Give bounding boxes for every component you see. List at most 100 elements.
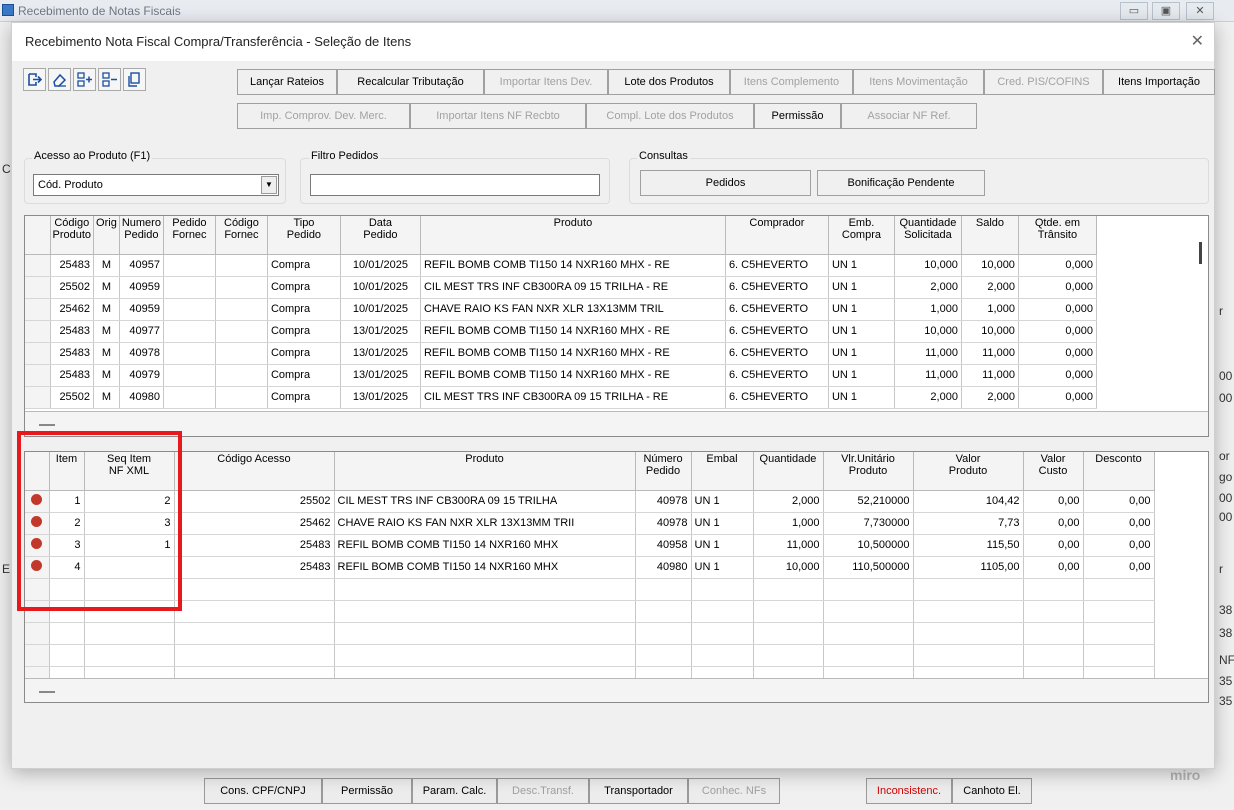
table-cell: 13/01/2025 xyxy=(340,342,421,365)
collapse-icon[interactable] xyxy=(39,424,55,426)
empty-row[interactable] xyxy=(25,622,1155,645)
exit-icon[interactable] xyxy=(23,68,46,91)
outer-close-button[interactable]: ✕ xyxy=(1186,2,1214,20)
column-header[interactable]: Desconto xyxy=(1083,452,1155,491)
dialog-close-button[interactable]: ✕ xyxy=(1191,31,1204,51)
column-header[interactable]: Embal xyxy=(691,452,754,491)
bonificacao-pendente-button[interactable]: Bonificação Pendente xyxy=(817,170,985,196)
table-cell: 6. C5HEVERTO xyxy=(725,254,829,277)
table-row[interactable]: 4 25483 REFIL BOMB COMB TI150 14 NXR160 MH… xyxy=(25,556,1155,579)
table-row[interactable]: 1 2 25502 CIL MEST TRS INF CB300RA 09 15 TR… xyxy=(25,490,1155,513)
table-row[interactable]: 25483 M 40957 Compra 10/01/2025 REFIL BOMB CO… xyxy=(25,254,1097,277)
row-indicator[interactable] xyxy=(25,342,51,365)
toolbar-button: Cred. PIS/COFINS xyxy=(984,69,1103,95)
row-indicator[interactable] xyxy=(25,644,50,667)
column-header[interactable]: Emb. Compra xyxy=(828,216,895,255)
column-header[interactable]: Saldo xyxy=(961,216,1019,255)
row-indicator[interactable] xyxy=(25,364,51,387)
filtro-pedidos-label: Filtro Pedidos xyxy=(309,150,381,162)
toolbar-button[interactable]: Lançar Rateios xyxy=(237,69,337,95)
copy-icon[interactable] xyxy=(123,68,146,91)
table-row[interactable]: 3 1 25483 REFIL BOMB COMB TI150 14 NXR160 M… xyxy=(25,534,1155,557)
column-header[interactable]: Quantidade xyxy=(753,452,824,491)
table-row[interactable]: 2 3 25462 CHAVE RAIO KS FAN NXR XLR 13X13MM… xyxy=(25,512,1155,535)
toolbar-button[interactable]: Itens Importação xyxy=(1103,69,1215,95)
bg-right-fragment: 00 xyxy=(1219,491,1233,505)
table-cell: 11,000 xyxy=(961,364,1019,387)
column-header[interactable]: Comprador xyxy=(725,216,829,255)
column-header[interactable]: Código Acesso xyxy=(174,452,335,491)
column-header[interactable]: Valor Custo xyxy=(1023,452,1084,491)
column-header[interactable]: Vlr.Unitário Produto xyxy=(823,452,914,491)
empty-row[interactable] xyxy=(25,600,1155,623)
bottom-button[interactable]: Cons. CPF/CNPJ xyxy=(204,778,322,804)
outer-window-titlebar: Recebimento de Notas Fiscais ▭ ▣ ✕ xyxy=(0,0,1234,22)
column-header[interactable]: Pedido Fornec xyxy=(163,216,216,255)
bottom-button[interactable]: Canhoto El. xyxy=(952,778,1032,804)
table-row[interactable]: 25483 M 40977 Compra 13/01/2025 REFIL BOMB CO… xyxy=(25,320,1097,343)
collapse-icon[interactable] xyxy=(39,691,55,693)
row-indicator[interactable] xyxy=(25,254,51,277)
toolbar-button[interactable]: Permissão xyxy=(754,103,841,129)
add-rows-icon[interactable] xyxy=(73,68,96,91)
row-indicator[interactable] xyxy=(25,276,51,299)
table-row[interactable]: 25483 M 40979 Compra 13/01/2025 REFIL BOMB CO… xyxy=(25,364,1097,387)
table-cell: Compra xyxy=(267,364,341,387)
table-row[interactable]: 25502 M 40980 Compra 13/01/2025 CIL MEST TRS … xyxy=(25,386,1097,409)
table-cell: 10,500000 xyxy=(823,534,914,557)
table-cell: 0,000 xyxy=(1018,276,1097,299)
table-cell: 25502 xyxy=(50,386,95,409)
column-header[interactable]: Qtde. em Trânsito xyxy=(1018,216,1097,255)
bg-right-fragment: 00 xyxy=(1219,510,1233,524)
pedidos-button[interactable]: Pedidos xyxy=(640,170,811,196)
column-header[interactable]: Número Pedido xyxy=(635,452,692,491)
bottom-button[interactable]: Conhec. NFs xyxy=(688,778,780,804)
minimize-button[interactable]: ▭ xyxy=(1120,2,1148,20)
table-cell: CHAVE RAIO KS FAN NXR XLR 13X13MM TRIL xyxy=(420,298,726,321)
orders-grid[interactable]: Código Produto Orig Numero Pedido Pedido Fo… xyxy=(24,215,1209,437)
column-header[interactable]: Código Fornec xyxy=(215,216,268,255)
maximize-button[interactable]: ▣ xyxy=(1152,2,1180,20)
items-grid[interactable]: Item Seq Item NF XML Código Acesso Produto N… xyxy=(24,451,1209,703)
column-header[interactable]: Tipo Pedido xyxy=(267,216,341,255)
column-header[interactable]: Valor Produto xyxy=(913,452,1024,491)
empty-row[interactable] xyxy=(25,578,1155,601)
acesso-produto-select[interactable]: Cód. Produto ▼ xyxy=(33,174,279,196)
column-header[interactable]: Data Pedido xyxy=(340,216,421,255)
row-indicator[interactable] xyxy=(25,320,51,343)
table-cell xyxy=(753,600,824,623)
table-row[interactable]: 25462 M 40959 Compra 10/01/2025 CHAVE RAIO KS… xyxy=(25,298,1097,321)
bottom-button[interactable]: Desc.Transf. xyxy=(497,778,589,804)
row-indicator[interactable] xyxy=(25,386,51,409)
chevron-down-icon[interactable]: ▼ xyxy=(261,176,277,194)
eraser-icon[interactable] xyxy=(48,68,71,91)
bottom-button[interactable]: Param. Calc. xyxy=(412,778,497,804)
column-header[interactable]: Produto xyxy=(334,452,636,491)
table-cell: 13/01/2025 xyxy=(340,364,421,387)
column-header[interactable]: Orig xyxy=(93,216,120,255)
table-cell: 2,000 xyxy=(961,276,1019,299)
table-row[interactable]: 25483 M 40978 Compra 13/01/2025 REFIL BOMB CO… xyxy=(25,342,1097,365)
orders-scrollbar[interactable] xyxy=(1199,242,1202,264)
bottom-button[interactable]: Transportador xyxy=(589,778,688,804)
column-header[interactable]: Quantidade Solicitada xyxy=(894,216,962,255)
row-indicator[interactable] xyxy=(25,622,50,645)
column-header[interactable]: Produto xyxy=(420,216,726,255)
table-cell: Compra xyxy=(267,298,341,321)
toolbar-button[interactable]: Lote dos Produtos xyxy=(608,69,730,95)
table-cell: 110,500000 xyxy=(823,556,914,579)
table-cell: 11,000 xyxy=(753,534,824,557)
bottom-button[interactable]: Inconsistenc. xyxy=(866,778,952,804)
empty-row[interactable] xyxy=(25,644,1155,667)
column-header[interactable]: Código Produto xyxy=(50,216,95,255)
column-header[interactable]: Numero Pedido xyxy=(119,216,164,255)
toolbar-button[interactable]: Recalcular Tributação xyxy=(337,69,484,95)
remove-rows-icon[interactable] xyxy=(98,68,121,91)
filtro-pedidos-input[interactable] xyxy=(310,174,600,196)
bottom-button[interactable]: Permissão xyxy=(322,778,412,804)
bg-right-fragment: go xyxy=(1219,470,1233,484)
table-cell: 0,00 xyxy=(1023,534,1084,557)
table-row[interactable]: 25502 M 40959 Compra 10/01/2025 CIL MEST TRS … xyxy=(25,276,1097,299)
row-indicator[interactable] xyxy=(25,298,51,321)
bg-right-fragment: or xyxy=(1219,449,1230,463)
